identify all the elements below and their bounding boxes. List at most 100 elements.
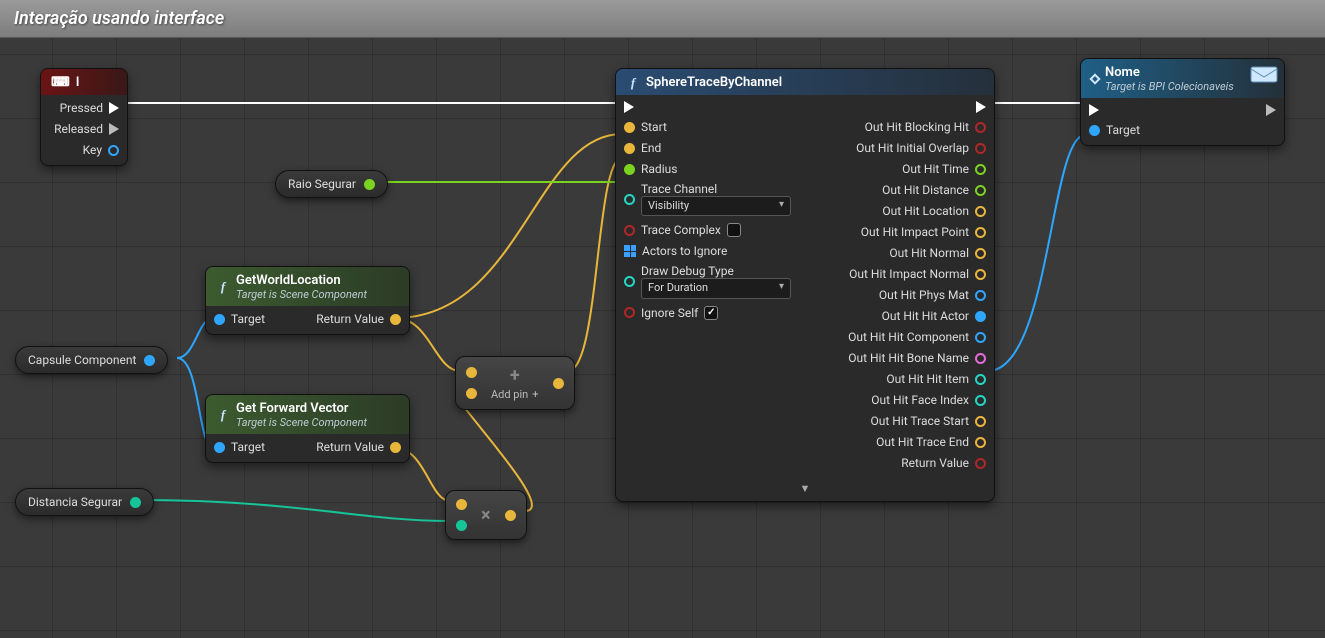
pin-out[interactable] — [364, 179, 375, 190]
pin-dot — [975, 143, 986, 154]
node-get-world-location[interactable]: f GetWorldLocation Target is Scene Compo… — [205, 266, 410, 335]
pin-out-location[interactable]: Out Hit Location — [882, 204, 986, 218]
pin-out-normal[interactable]: Out Hit Normal — [889, 246, 986, 260]
pin-trace-channel[interactable]: Trace Channel Visibility — [624, 183, 791, 216]
node-header: f SphereTraceByChannel — [616, 69, 994, 95]
pin-label: Ignore Self — [641, 306, 698, 320]
pin-return[interactable]: Return Value — [316, 440, 401, 454]
pin-out-impact-point[interactable]: Out Hit Impact Point — [861, 225, 986, 239]
pin-in-b[interactable] — [456, 520, 467, 531]
pin-target[interactable]: Target — [214, 312, 265, 326]
trace-channel-select[interactable]: Visibility — [641, 196, 791, 216]
pin-label: Out Hit Initial Overlap — [856, 141, 969, 155]
pin-out-trace-start[interactable]: Out Hit Trace Start — [871, 414, 986, 428]
pin-in-a[interactable] — [456, 499, 467, 510]
exec-out-icon — [109, 102, 119, 114]
pin-out-hit-actor[interactable]: Out Hit Hit Actor — [882, 309, 986, 323]
pin-label: Target — [231, 312, 265, 326]
pin-out-phys-mat[interactable]: Out Hit Phys Mat — [879, 288, 986, 302]
pin-start[interactable]: Start — [624, 120, 667, 134]
node-vector-add[interactable]: + Add pin + — [455, 356, 575, 410]
plus-small-icon: + — [532, 388, 538, 401]
var-raio-segurar[interactable]: Raio Segurar — [275, 170, 388, 198]
pin-dot — [390, 442, 401, 453]
pill-label: Distancia Segurar — [28, 495, 122, 509]
pin-label: Out Hit Blocking Hit — [865, 120, 969, 134]
pin-label: Out Hit Time — [902, 162, 969, 176]
pin-out-distance[interactable]: Out Hit Distance — [882, 183, 986, 197]
node-sphere-trace-by-channel[interactable]: f SphereTraceByChannel Start End Radius … — [615, 68, 995, 502]
graph-title-text: Interação usando interface — [14, 8, 224, 29]
pin-actors-to-ignore[interactable]: Actors to Ignore — [624, 244, 727, 258]
interface-message-icon — [1250, 63, 1278, 83]
pill-label: Raio Segurar — [288, 177, 356, 191]
pin-out-bone-name[interactable]: Out Hit Hit Bone Name — [848, 351, 986, 365]
node-title: Nome — [1105, 65, 1140, 80]
pin-out-trace-end[interactable]: Out Hit Trace End — [876, 435, 986, 449]
ignore-self-checkbox[interactable] — [704, 306, 718, 320]
pin-trace-complex[interactable]: Trace Complex — [624, 223, 741, 237]
pin-draw-debug-type[interactable]: Draw Debug Type For Duration — [624, 265, 791, 298]
pin-label: Out Hit Normal — [889, 246, 969, 260]
pin-dot — [624, 122, 635, 133]
pin-exec-in[interactable] — [624, 101, 634, 113]
node-get-forward-vector[interactable]: f Get Forward Vector Target is Scene Com… — [205, 394, 410, 463]
pin-end[interactable]: End — [624, 141, 661, 155]
trace-complex-checkbox[interactable] — [727, 223, 741, 237]
pin-key[interactable]: Key — [83, 143, 119, 157]
pin-radius[interactable]: Radius — [624, 162, 677, 176]
var-distancia-segurar[interactable]: Distancia Segurar — [15, 488, 154, 516]
node-nome[interactable]: Nome Target is BPI Colecionaveis Target — [1080, 58, 1285, 146]
pin-label: Key — [83, 143, 102, 157]
pin-exec-out[interactable] — [1266, 104, 1276, 116]
pin-out-hit-component[interactable]: Out Hit Hit Component — [848, 330, 986, 344]
pin-return[interactable]: Return Value — [316, 312, 401, 326]
pin-label: Target — [1106, 123, 1140, 137]
pin-in-b[interactable] — [466, 388, 477, 399]
function-icon: f — [216, 408, 230, 422]
pin-dot — [108, 145, 119, 156]
pin-dot — [624, 307, 635, 318]
pin-out-impact-normal[interactable]: Out Hit Impact Normal — [849, 267, 986, 281]
plus-icon: + — [510, 365, 520, 386]
pin-label: Out Hit Impact Point — [861, 225, 969, 239]
pin-dot — [624, 164, 635, 175]
pin-target[interactable]: Target — [1089, 123, 1140, 137]
function-icon: f — [626, 76, 640, 90]
pin-label: Out Hit Hit Actor — [882, 309, 969, 323]
var-capsule-component[interactable]: Capsule Component — [15, 346, 168, 374]
graph-canvas[interactable]: ⌨ I Pressed Released Key Raio Segurar Ca… — [0, 38, 1325, 638]
pin-out-blocking-hit[interactable]: Out Hit Blocking Hit — [865, 120, 986, 134]
node-vector-multiply[interactable]: × — [445, 490, 527, 540]
pin-return-value[interactable]: Return Value — [901, 456, 986, 470]
graph-title: Interação usando interface — [0, 0, 1325, 38]
pin-label: Trace Complex — [641, 223, 721, 237]
pin-out-face-index[interactable]: Out Hit Face Index — [871, 393, 986, 407]
expand-arrow-icon[interactable]: ▼ — [616, 478, 994, 501]
pin-out[interactable] — [130, 497, 141, 508]
pin-released[interactable]: Released — [54, 122, 119, 136]
pin-dot — [975, 122, 986, 133]
node-header: ⌨ I — [41, 69, 127, 95]
node-subtitle: Target is BPI Colecionaveis — [1105, 80, 1234, 93]
pin-exec-in[interactable] — [1089, 104, 1099, 116]
pin-pressed[interactable]: Pressed — [60, 101, 119, 115]
pin-out[interactable] — [144, 355, 155, 366]
pin-in-a[interactable] — [466, 367, 477, 378]
pin-out-time[interactable]: Out Hit Time — [902, 162, 986, 176]
pin-label: Out Hit Location — [882, 204, 969, 218]
draw-debug-select[interactable]: For Duration — [641, 278, 791, 298]
pin-out[interactable] — [505, 510, 516, 521]
pin-out[interactable] — [553, 378, 564, 389]
pin-exec-out[interactable] — [976, 101, 986, 113]
keyboard-icon: ⌨ — [51, 75, 70, 90]
node-input-event-i[interactable]: ⌨ I Pressed Released Key — [40, 68, 128, 166]
pin-dot — [390, 314, 401, 325]
pin-out-hit-item[interactable]: Out Hit Hit Item — [886, 372, 986, 386]
pin-ignore-self[interactable]: Ignore Self — [624, 306, 718, 320]
pin-out-initial-overlap[interactable]: Out Hit Initial Overlap — [856, 141, 986, 155]
exec-out-icon — [109, 123, 119, 135]
add-pin-button[interactable]: Add pin + — [491, 388, 539, 401]
pin-label: Out Hit Trace Start — [871, 414, 969, 428]
pin-target[interactable]: Target — [214, 440, 265, 454]
